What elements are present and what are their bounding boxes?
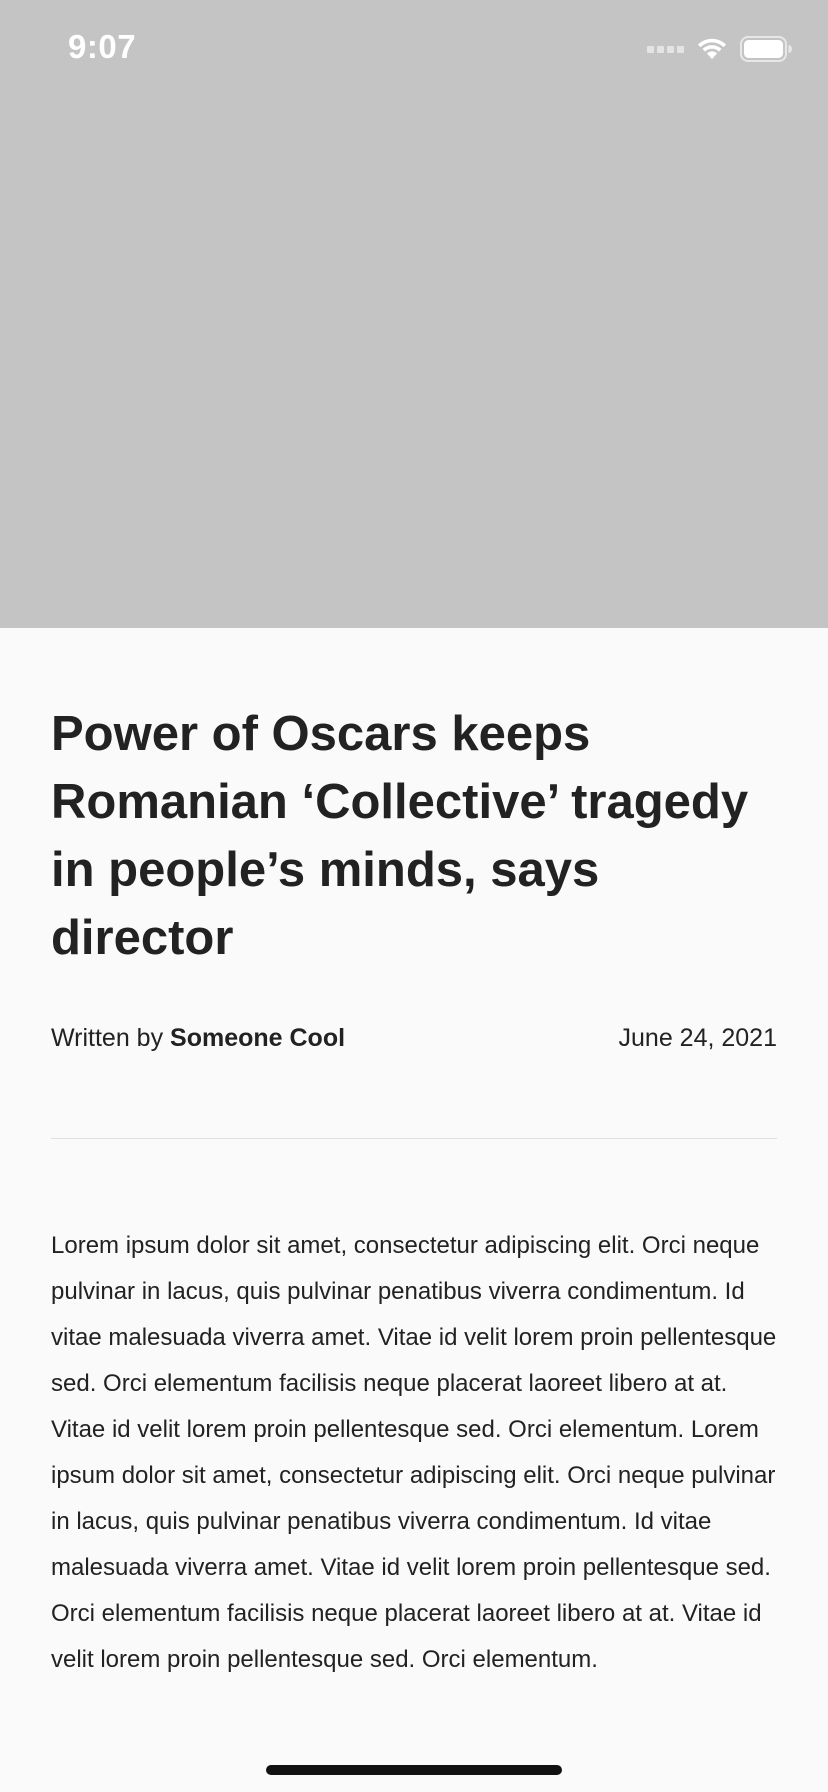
article-screen: 9:07 Power of Oscars keeps Romanian ‘Col… bbox=[0, 0, 828, 1792]
status-icons bbox=[647, 36, 792, 62]
divider bbox=[51, 1138, 777, 1139]
article-title: Power of Oscars keeps Romanian ‘Collecti… bbox=[51, 707, 749, 965]
status-bar: 9:07 bbox=[0, 0, 828, 100]
article-body: Lorem ipsum dolor sit amet, consectetur … bbox=[51, 1232, 777, 1673]
publish-date: June 24, 2021 bbox=[618, 1024, 777, 1052]
cellular-signal-icon bbox=[647, 36, 684, 62]
wifi-icon bbox=[696, 37, 728, 61]
home-indicator[interactable] bbox=[266, 1765, 562, 1775]
status-time: 9:07 bbox=[68, 28, 137, 65]
battery-icon bbox=[740, 36, 792, 62]
byline-row: Written by Someone Cool June 24, 2021 bbox=[51, 1020, 777, 1056]
byline-prefix: Written by bbox=[51, 1024, 171, 1052]
author-name: Someone Cool bbox=[170, 1024, 346, 1052]
